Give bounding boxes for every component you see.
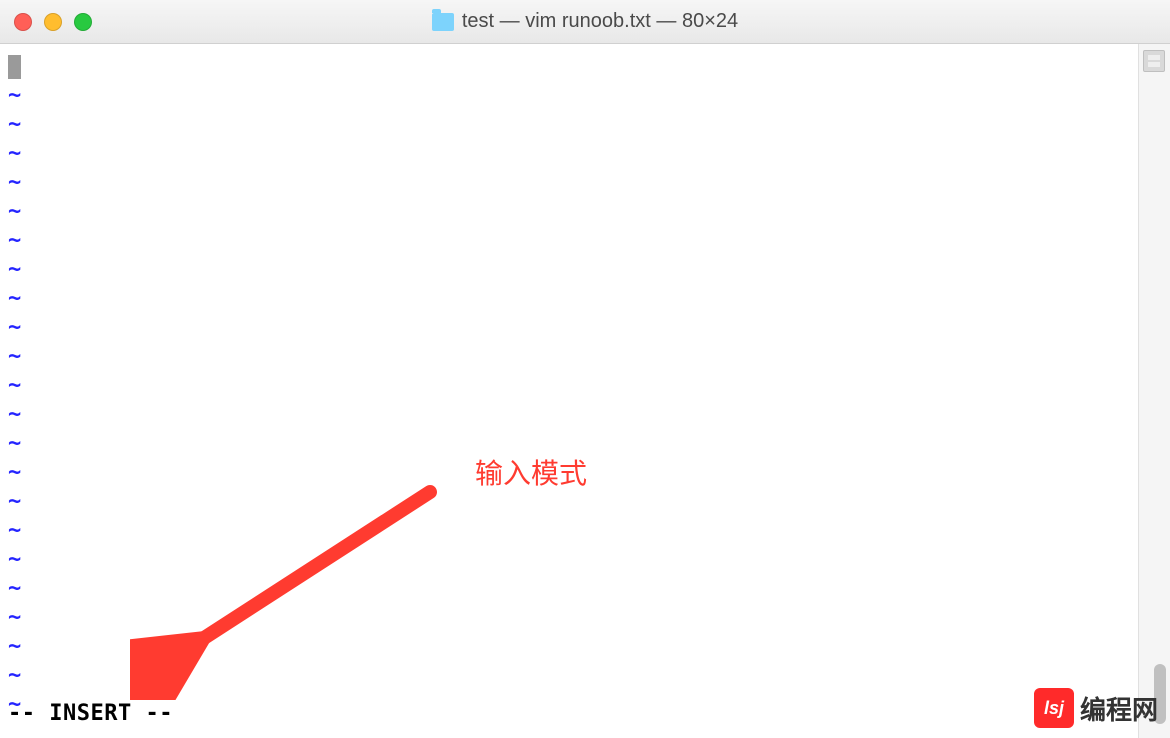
terminal-viewport[interactable]: ~~~~~~~~~~~~~~~~~~~~~~ -- INSERT -- (0, 44, 1138, 738)
watermark-logo-text: lsj (1044, 698, 1064, 719)
empty-line-tilde: ~ (8, 255, 1130, 284)
empty-line-tilde: ~ (8, 400, 1130, 429)
empty-line-tilde: ~ (8, 371, 1130, 400)
empty-line-tilde: ~ (8, 168, 1130, 197)
empty-line-tilde: ~ (8, 226, 1130, 255)
watermark-logo-icon: lsj (1034, 688, 1074, 728)
empty-line-tilde: ~ (8, 574, 1130, 603)
empty-line-tilde: ~ (8, 284, 1130, 313)
scroll-position-indicator-icon (1143, 50, 1165, 72)
empty-line-tilde: ~ (8, 516, 1130, 545)
vim-status-line: -- INSERT -- (8, 699, 173, 728)
empty-line-tilde: ~ (8, 139, 1130, 168)
window-titlebar: test — vim runoob.txt — 80×24 (0, 0, 1170, 44)
minimize-button[interactable] (44, 13, 62, 31)
cursor-block (8, 55, 21, 79)
empty-line-tilde: ~ (8, 342, 1130, 371)
window-controls (14, 13, 92, 31)
empty-line-tilde: ~ (8, 110, 1130, 139)
empty-line-tilde: ~ (8, 690, 1130, 719)
annotation-label: 输入模式 (475, 452, 587, 492)
cursor-line (8, 52, 1130, 81)
window-title: test — vim runoob.txt — 80×24 (0, 10, 1170, 33)
scrollbar-track[interactable] (1138, 44, 1170, 738)
empty-line-tilde: ~ (8, 545, 1130, 574)
empty-line-tilde: ~ (8, 81, 1130, 110)
empty-line-tilde: ~ (8, 313, 1130, 342)
watermark-text: 编程网 (1080, 690, 1158, 727)
empty-line-tilde: ~ (8, 661, 1130, 690)
close-button[interactable] (14, 13, 32, 31)
empty-line-tilde: ~ (8, 197, 1130, 226)
watermark: lsj 编程网 (1034, 688, 1158, 728)
window-title-text: test — vim runoob.txt — 80×24 (462, 10, 738, 33)
empty-line-tilde: ~ (8, 603, 1130, 632)
folder-icon (432, 13, 454, 31)
maximize-button[interactable] (74, 13, 92, 31)
empty-line-tilde: ~ (8, 632, 1130, 661)
